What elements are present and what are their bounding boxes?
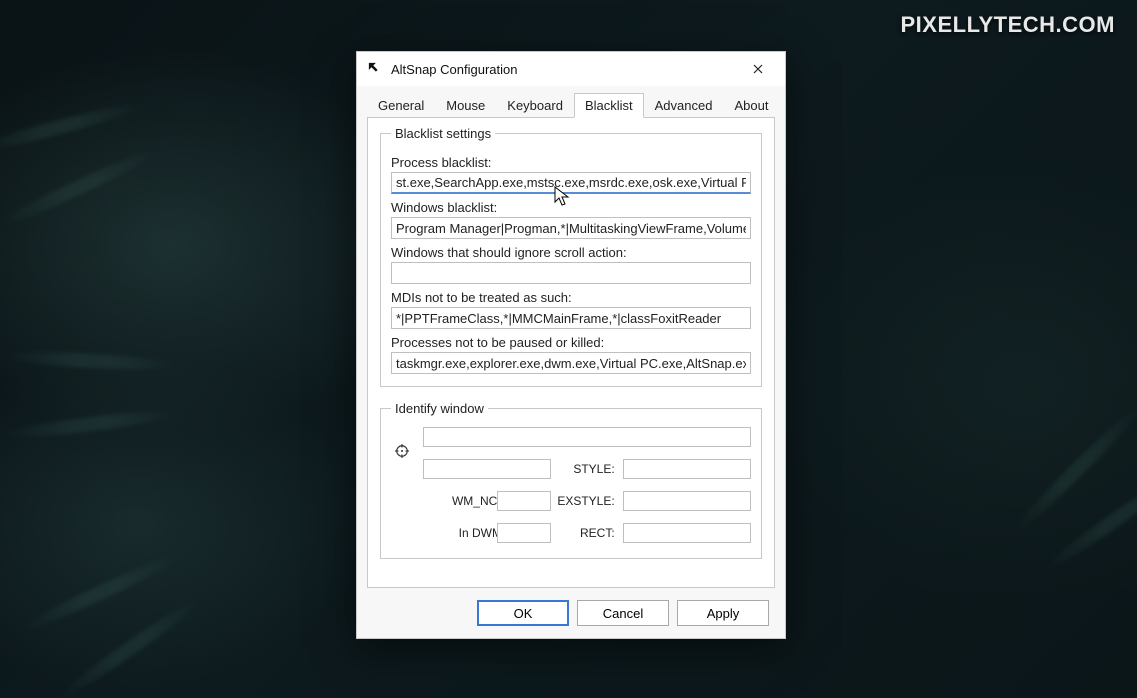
exstyle-label: EXSTYLE: [557, 494, 616, 508]
tab-general[interactable]: General [367, 93, 435, 118]
wmnchittest-input[interactable] [497, 491, 551, 511]
close-button[interactable] [737, 55, 779, 83]
identify-class-input[interactable] [423, 459, 551, 479]
crosshair-icon [395, 444, 409, 462]
close-icon [753, 61, 763, 77]
dialog-title: AltSnap Configuration [391, 62, 737, 77]
tab-blacklist[interactable]: Blacklist [574, 93, 644, 118]
identify-window-group: Identify window [380, 401, 762, 559]
altsnap-config-dialog: AltSnap Configuration General Mouse Keyb… [356, 51, 786, 639]
app-icon [367, 61, 383, 77]
window-finder-target-icon[interactable] [391, 442, 413, 464]
blacklist-settings-group: Blacklist settings Process blacklist: Wi… [380, 126, 762, 387]
nopause-label: Processes not to be paused or killed: [391, 335, 751, 350]
windows-blacklist-input[interactable] [391, 217, 751, 239]
identify-group-legend: Identify window [391, 401, 488, 416]
scroll-ignore-input[interactable] [391, 262, 751, 284]
blacklist-group-legend: Blacklist settings [391, 126, 495, 141]
apply-button[interactable]: Apply [677, 600, 769, 626]
dialog-button-row: OK Cancel Apply [357, 588, 785, 628]
cancel-button[interactable]: Cancel [577, 600, 669, 626]
ok-button[interactable]: OK [477, 600, 569, 626]
tab-panel-blacklist: Blacklist settings Process blacklist: Wi… [367, 117, 775, 588]
tab-advanced[interactable]: Advanced [644, 93, 724, 118]
scroll-ignore-label: Windows that should ignore scroll action… [391, 245, 751, 260]
tab-mouse[interactable]: Mouse [435, 93, 496, 118]
titlebar[interactable]: AltSnap Configuration [357, 52, 785, 86]
style-input[interactable] [623, 459, 751, 479]
mdi-exclude-label: MDIs not to be treated as such: [391, 290, 751, 305]
style-label: STYLE: [557, 462, 616, 476]
dwm-buttons-input[interactable] [497, 523, 551, 543]
exstyle-input[interactable] [623, 491, 751, 511]
tab-strip: General Mouse Keyboard Blacklist Advance… [357, 86, 785, 117]
nopause-input[interactable] [391, 352, 751, 374]
tab-about[interactable]: About [723, 93, 779, 118]
mdi-exclude-input[interactable] [391, 307, 751, 329]
process-blacklist-input[interactable] [391, 172, 751, 194]
identify-title-input[interactable] [423, 427, 751, 447]
windows-blacklist-label: Windows blacklist: [391, 200, 751, 215]
rect-input[interactable] [623, 523, 751, 543]
site-watermark: PIXELLYTECH.COM [901, 12, 1116, 38]
process-blacklist-label: Process blacklist: [391, 155, 751, 170]
rect-label: RECT: [557, 526, 616, 540]
tab-keyboard[interactable]: Keyboard [496, 93, 574, 118]
